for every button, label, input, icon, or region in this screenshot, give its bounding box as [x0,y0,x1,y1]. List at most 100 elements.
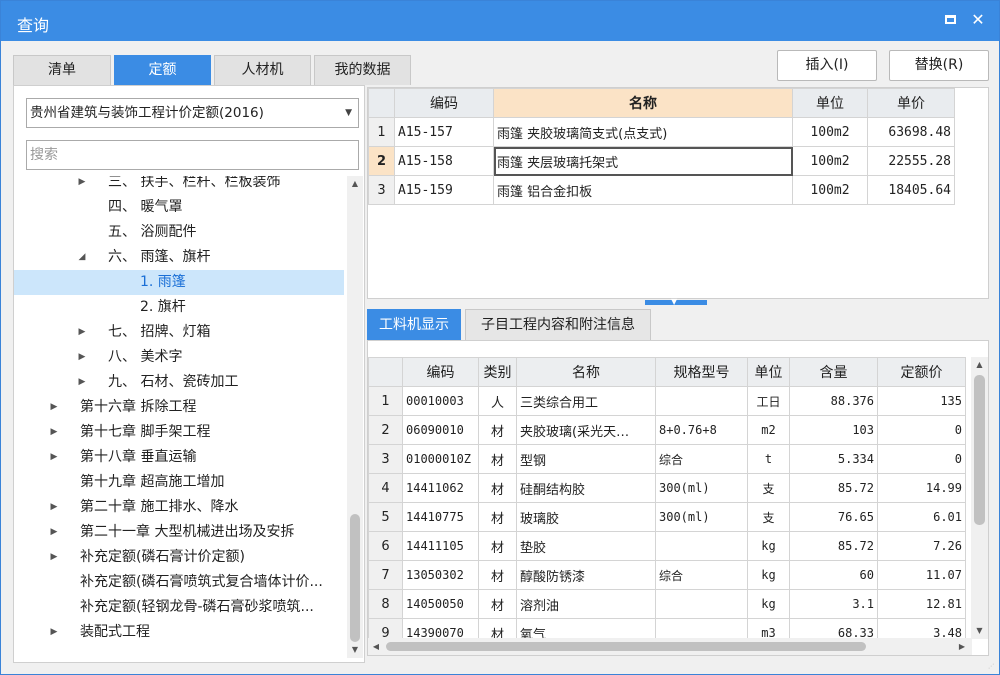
close-button[interactable]: ✕ [967,9,989,31]
tree-scrollbar[interactable]: ▲ ▼ [347,176,363,658]
cell-spec[interactable]: 综合 [655,560,748,590]
cell-code[interactable]: A15-158 [394,146,494,176]
table-row[interactable]: 2 A15-158 雨篷 夹层玻璃托架式 100m2 22555.28 [368,146,955,176]
cell-code[interactable]: 14411062 [402,473,479,503]
table-row[interactable]: 8 14050050 材溶剂油 kg 3.1 12.81 [368,589,966,619]
column-header-unit[interactable]: 单位 [747,357,790,387]
column-header-unit[interactable]: 单位 [792,88,868,118]
cell-unit[interactable]: m2 [747,415,790,445]
cell-code[interactable]: A15-159 [394,175,494,205]
cell-spec[interactable] [655,386,748,416]
scroll-up-icon[interactable]: ▲ [971,357,988,373]
cell-quota-price[interactable]: 135 [877,386,966,416]
caret-collapsed-icon[interactable]: ▶ [48,620,60,645]
cell-type[interactable]: 材 [478,444,517,474]
cell-type[interactable]: 材 [478,531,517,561]
material-hscrollbar[interactable]: ◀ ▶ [368,638,972,655]
material-vscrollbar[interactable]: ▲ ▼ [971,357,988,639]
caret-collapsed-icon[interactable]: ▶ [76,370,88,395]
cell-type[interactable]: 人 [478,386,517,416]
tree-item[interactable]: ▶ 装配式工程 [14,620,344,645]
tree-item[interactable]: 四、 暖气罩 [14,195,344,220]
table-row[interactable]: 2 06090010 材夹胶玻璃(采光天… 8+0.76+8 m2 103 0 [368,415,966,445]
table-row[interactable]: 3 01000010Z 材型钢 综合 t 5.334 0 [368,444,966,474]
cell-quantity[interactable]: 103 [789,415,878,445]
tab-labor-material-display[interactable]: 工料机显示 [367,309,461,340]
replace-button[interactable]: 替换(R) [889,50,989,81]
tree-item[interactable]: ▶ 第十七章 脚手架工程 [14,420,344,445]
cell-unit[interactable]: 100m2 [792,175,868,205]
row-index[interactable]: 8 [368,589,403,619]
table-row[interactable]: 7 13050302 材醇酸防锈漆 综合 kg 60 11.07 [368,560,966,590]
cell-unit[interactable]: t [747,444,790,474]
tree-item[interactable]: 1. 雨篷 [14,270,344,295]
cell-quota-price[interactable]: 14.99 [877,473,966,503]
column-header-spec[interactable]: 规格型号 [655,357,748,387]
cell-name[interactable]: 醇酸防锈漆 [516,560,656,590]
search-input[interactable] [26,140,359,170]
tree-item[interactable]: ▶ 三、 扶手、栏杆、栏板装饰 [14,176,344,195]
cell-price[interactable]: 22555.28 [867,146,955,176]
caret-collapsed-icon[interactable]: ▶ [48,520,60,545]
table-row[interactable]: 3 A15-159 雨篷 铝合金扣板 100m2 18405.64 [368,175,955,205]
row-index[interactable]: 7 [368,560,403,590]
scroll-down-icon[interactable]: ▼ [347,642,363,658]
table-row[interactable]: 5 14410775 材玻璃胶 300(ml) 支 76.65 6.01 [368,502,966,532]
row-index[interactable]: 3 [368,444,403,474]
table-row[interactable]: 1 00010003 人三类综合用工 工日 88.376 135 [368,386,966,416]
cell-code[interactable]: 14411105 [402,531,479,561]
tree-item[interactable]: ▶ 补充定额(磷石膏计价定额) [14,545,344,570]
cell-unit[interactable]: kg [747,589,790,619]
tree-item[interactable]: ▶ 第十八章 垂直运输 [14,445,344,470]
cell-name[interactable]: 垫胶 [516,531,656,561]
cell-type[interactable]: 材 [478,473,517,503]
column-header-type[interactable]: 类别 [478,357,517,387]
scroll-up-icon[interactable]: ▲ [347,176,363,192]
cell-code[interactable]: A15-157 [394,117,494,147]
caret-collapsed-icon[interactable]: ▶ [48,495,60,520]
cell-quantity[interactable]: 5.334 [789,444,878,474]
caret-collapsed-icon[interactable]: ▶ [48,395,60,420]
tree-item[interactable]: ▶ 七、 招牌、灯箱 [14,320,344,345]
splitter-handle[interactable]: ▼ [645,297,707,306]
cell-quantity[interactable]: 85.72 [789,531,878,561]
row-index[interactable]: 4 [368,473,403,503]
tree-item[interactable]: ▶ 第二十一章 大型机械进出场及安拆 [14,520,344,545]
scroll-down-icon[interactable]: ▼ [971,623,988,639]
caret-expanded-icon[interactable]: ◢ [76,245,88,270]
row-index[interactable]: 6 [368,531,403,561]
cell-code[interactable]: 06090010 [402,415,479,445]
scroll-thumb[interactable] [350,514,360,642]
scroll-thumb[interactable] [386,642,866,651]
cell-name[interactable]: 硅酮结构胶 [516,473,656,503]
row-index[interactable]: 2 [368,415,403,445]
cell-type[interactable]: 材 [478,589,517,619]
cell-name[interactable]: 雨篷 夹胶玻璃简支式(点支式) [493,117,793,147]
cell-name[interactable]: 玻璃胶 [516,502,656,532]
tab-my-data[interactable]: 我的数据 [314,55,411,85]
cell-code[interactable]: 00010003 [402,386,479,416]
cell-quantity[interactable]: 3.1 [789,589,878,619]
cell-quota-price[interactable]: 7.26 [877,531,966,561]
cell-name[interactable]: 三类综合用工 [516,386,656,416]
column-header-code[interactable]: 编码 [394,88,494,118]
caret-collapsed-icon[interactable]: ▶ [48,545,60,570]
table-row[interactable]: 6 14411105 材垫胶 kg 85.72 7.26 [368,531,966,561]
cell-type[interactable]: 材 [478,502,517,532]
cell-type[interactable]: 材 [478,415,517,445]
column-header-quota-price[interactable]: 定额价 [877,357,966,387]
caret-collapsed-icon[interactable]: ▶ [48,445,60,470]
cell-type[interactable]: 材 [478,560,517,590]
scroll-right-icon[interactable]: ▶ [954,638,970,655]
tree-item[interactable]: ▶ 第二十章 施工排水、降水 [14,495,344,520]
cell-unit[interactable]: 100m2 [792,146,868,176]
cell-unit[interactable]: kg [747,560,790,590]
tree-item[interactable]: 补充定额(磷石膏喷筑式复合墙体计价... [14,570,344,595]
tree-item[interactable]: ▶ 九、 石材、瓷砖加工 [14,370,344,395]
cell-name[interactable]: 溶剂油 [516,589,656,619]
row-index[interactable]: 2 [368,146,395,176]
scroll-thumb[interactable] [974,375,985,525]
cell-quota-price[interactable]: 6.01 [877,502,966,532]
column-header-quantity[interactable]: 含量 [789,357,878,387]
cell-code[interactable]: 13050302 [402,560,479,590]
